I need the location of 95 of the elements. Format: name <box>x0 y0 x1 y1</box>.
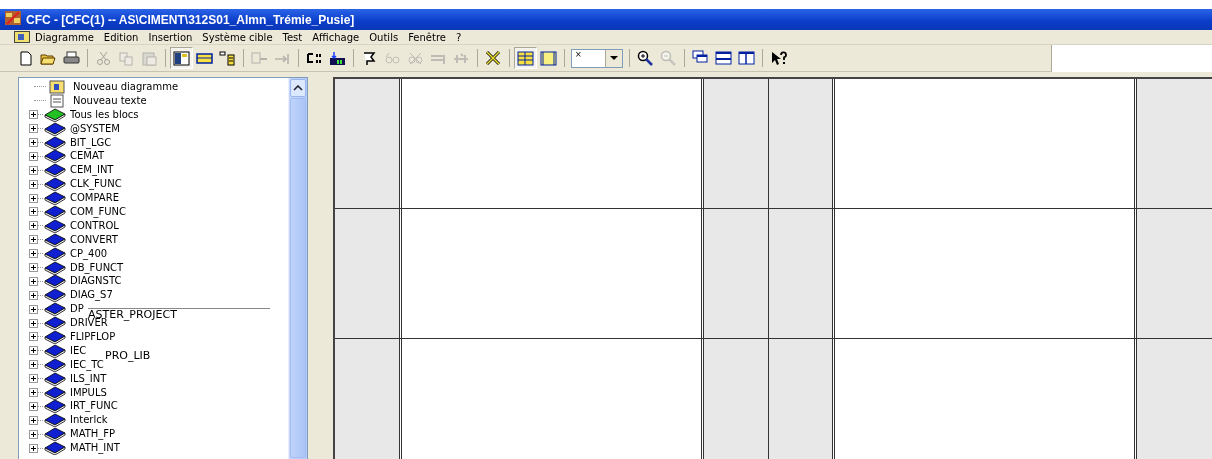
expand-icon[interactable] <box>29 249 38 259</box>
flag-icon <box>361 50 378 66</box>
grid-icon <box>517 50 534 66</box>
window-title: CFC - [CFC(1) -- AS\CIMENT\312S01_Almn_Trémie_Pusie] <box>26 12 355 27</box>
tree-item[interactable]: MATH_FP <box>70 428 116 441</box>
expand-icon[interactable] <box>29 221 38 231</box>
expand-icon[interactable] <box>29 110 38 120</box>
tree-item[interactable]: DIAGNSTC <box>70 275 122 288</box>
expand-icon[interactable] <box>29 151 38 161</box>
menu-item[interactable]: Système cible <box>197 31 278 43</box>
expand-icon[interactable] <box>29 193 38 203</box>
tree-item[interactable]: CEM_INT <box>70 164 114 177</box>
tree-item[interactable]: Tous les blocs <box>70 108 139 121</box>
toolbar-button[interactable] <box>170 47 193 69</box>
expand-icon[interactable] <box>29 290 38 300</box>
expand-icon[interactable] <box>29 263 38 272</box>
sheet-icon <box>540 50 557 66</box>
tree-item[interactable]: Interlck <box>70 414 108 427</box>
tooltip: ASTER_PROJECT <box>88 308 270 320</box>
tree-item[interactable]: COM_FUNC <box>70 205 126 218</box>
copy-icon <box>118 50 135 66</box>
expand-icon[interactable] <box>29 346 38 356</box>
tree-item[interactable]: IRT_FUNC <box>70 400 118 413</box>
expand-icon[interactable] <box>29 235 38 245</box>
vertical-tile-icon <box>738 50 755 66</box>
scrollbar[interactable] <box>288 78 307 459</box>
tree-item[interactable]: CLK_FUNC <box>70 178 122 191</box>
expand-icon[interactable] <box>29 276 38 286</box>
cascade-windows-icon <box>692 50 709 66</box>
expand-icon[interactable] <box>29 304 38 314</box>
zoom-in-icon <box>637 50 654 66</box>
expand-icon[interactable] <box>29 374 38 384</box>
tree-item[interactable]: COMPARE <box>70 192 119 205</box>
glasses-icon <box>384 50 401 66</box>
cross-arrows-icon <box>485 50 502 66</box>
tree-item[interactable]: DP <box>70 303 84 316</box>
paste-icon <box>141 50 158 66</box>
expand-icon[interactable] <box>29 207 38 217</box>
expand-icon[interactable] <box>29 401 38 411</box>
scroll-thumb[interactable] <box>290 98 306 458</box>
expand-icon[interactable] <box>29 332 38 342</box>
tree-item[interactable]: CONVERT <box>70 233 118 246</box>
compile-icon <box>306 50 323 66</box>
tree-item[interactable]: DIAG_S7 <box>70 289 113 302</box>
tree-item[interactable]: FLIPFLOP <box>70 330 116 343</box>
horizontal-tile-icon <box>715 50 732 66</box>
bar-icon <box>196 50 213 66</box>
menu-item[interactable]: Outils <box>364 31 404 43</box>
zoom-out-icon <box>660 50 677 66</box>
expand-icon[interactable] <box>29 443 38 453</box>
expand-icon[interactable] <box>29 179 38 189</box>
printer-icon <box>63 50 80 66</box>
app-icon <box>4 9 22 26</box>
connector-icon <box>453 50 470 66</box>
tree-item[interactable]: CONTROL <box>70 219 119 232</box>
tree-item[interactable]: DB_FUNCT <box>70 261 124 274</box>
tree-item[interactable]: @SYSTEM <box>70 122 120 135</box>
expand-icon[interactable] <box>29 388 38 398</box>
crossed-glasses-icon <box>407 50 424 66</box>
zoom-combo[interactable]: × <box>571 48 623 68</box>
tree-item[interactable]: MATH_INT <box>70 442 120 455</box>
menu-item[interactable]: Insertion <box>143 31 198 43</box>
expand-icon[interactable] <box>29 429 38 439</box>
expand-icon[interactable] <box>29 138 38 147</box>
expand-icon[interactable] <box>29 124 38 134</box>
expand-icon[interactable] <box>29 318 38 328</box>
scroll-up-icon[interactable] <box>290 79 306 97</box>
help-icon <box>770 50 787 66</box>
tree-item[interactable]: IEC <box>70 344 87 357</box>
menu-item[interactable]: Edition <box>98 31 144 43</box>
menu-item[interactable]: Diagramme <box>30 31 99 43</box>
link-icon <box>251 50 268 66</box>
blank-page-icon <box>17 50 34 66</box>
tree-item[interactable]: ILS_INT <box>70 372 107 385</box>
tooltip-text: PRO_LIB <box>105 349 151 363</box>
download-icon <box>329 50 346 66</box>
expand-icon[interactable] <box>29 165 38 175</box>
menu-item[interactable]: Test <box>277 31 308 43</box>
document-icon <box>14 31 30 43</box>
tree-item[interactable]: CEMAT <box>70 150 105 163</box>
toolbar-button[interactable] <box>514 47 537 69</box>
tree-item[interactable]: IMPULS <box>70 386 107 399</box>
expand-icon[interactable] <box>29 360 38 370</box>
menu-item[interactable]: Affichage <box>307 31 365 43</box>
tree-item[interactable]: Nouveau diagramme <box>73 80 179 93</box>
panel-icon <box>173 50 190 66</box>
tree-item[interactable]: Nouveau texte <box>73 94 147 107</box>
expand-icon[interactable] <box>29 415 38 425</box>
tree-item[interactable]: IEC_TC <box>70 358 104 371</box>
tree-item[interactable]: BIT_LGC <box>70 136 112 149</box>
tree-icon <box>219 50 236 66</box>
menu-item[interactable]: Fenêtre <box>403 31 451 43</box>
scissors-icon <box>95 50 112 66</box>
tree-item[interactable]: CP_400 <box>70 247 108 260</box>
menu-item[interactable]: ? <box>450 31 467 43</box>
